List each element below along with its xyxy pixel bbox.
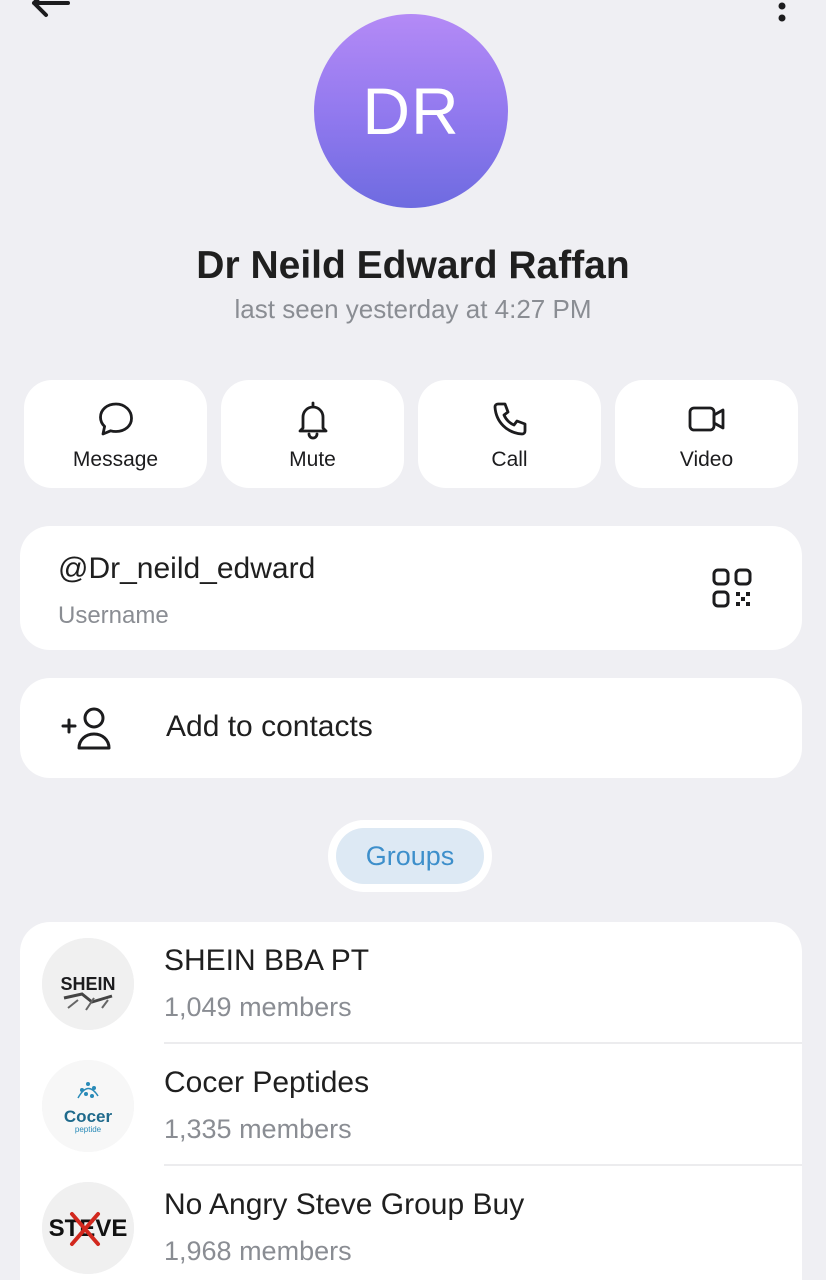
group-avatar-cocer: Cocer peptide [42,1060,134,1152]
message-label: Message [72,448,159,471]
groups-tab-wrap: Groups [328,820,492,892]
shein-thumb-text: SHEIN [60,974,115,994]
action-buttons: Message Mute Call Video [24,380,798,488]
username-value: @Dr_neild_edward [58,552,316,585]
groups-list: SHEIN SHEIN BBA PT 1,049 members Cocer p… [20,922,802,1280]
mute-button[interactable]: Mute [221,380,404,488]
group-row-steve[interactable]: STEVE No Angry Steve Group Buy 1,968 mem… [20,1166,802,1280]
video-camera-icon [688,406,724,432]
bell-icon [298,401,327,440]
group-avatar-shein: SHEIN [42,938,134,1030]
cocer-thumb-text: Cocer [64,1107,113,1126]
group-name: Cocer Peptides [164,1066,370,1099]
call-label: Call [491,448,528,471]
group-members: 1,049 members [164,992,352,1022]
phone-icon [493,402,526,436]
group-row-cocer[interactable]: Cocer peptide Cocer Peptides 1,335 membe… [20,1044,802,1166]
group-members: 1,335 members [164,1114,352,1144]
group-avatar-steve: STEVE [42,1182,134,1274]
last-seen-status: last seen yesterday at 4:27 PM [234,294,592,324]
username-label: Username [58,602,169,629]
profile-screen: DR Dr Neild Edward Raffan last seen yest… [0,0,826,1280]
more-options-icon[interactable] [776,0,788,22]
avatar[interactable]: DR [314,14,508,208]
video-button[interactable]: Video [615,380,798,488]
username-card[interactable]: @Dr_neild_edward Username [20,526,802,650]
tab-groups[interactable]: Groups [336,828,484,884]
group-row-shein[interactable]: SHEIN SHEIN BBA PT 1,049 members [20,922,802,1044]
message-button[interactable]: Message [24,380,207,488]
video-label: Video [679,448,734,471]
cocer-thumb-subtext: peptide [75,1125,102,1134]
mute-label: Mute [289,448,336,471]
call-button[interactable]: Call [418,380,601,488]
add-person-icon [60,704,114,752]
avatar-initials: DR [362,74,460,148]
group-name: SHEIN BBA PT [164,944,370,977]
back-arrow-icon[interactable] [28,0,72,20]
add-to-contacts-label: Add to contacts [166,710,373,743]
add-to-contacts-button[interactable]: Add to contacts [20,678,802,778]
group-members: 1,968 members [164,1236,352,1266]
qr-code-icon[interactable] [710,566,754,610]
profile-name: Dr Neild Edward Raffan [196,244,630,287]
group-name: No Angry Steve Group Buy [164,1188,525,1221]
chat-bubble-icon [98,402,133,436]
